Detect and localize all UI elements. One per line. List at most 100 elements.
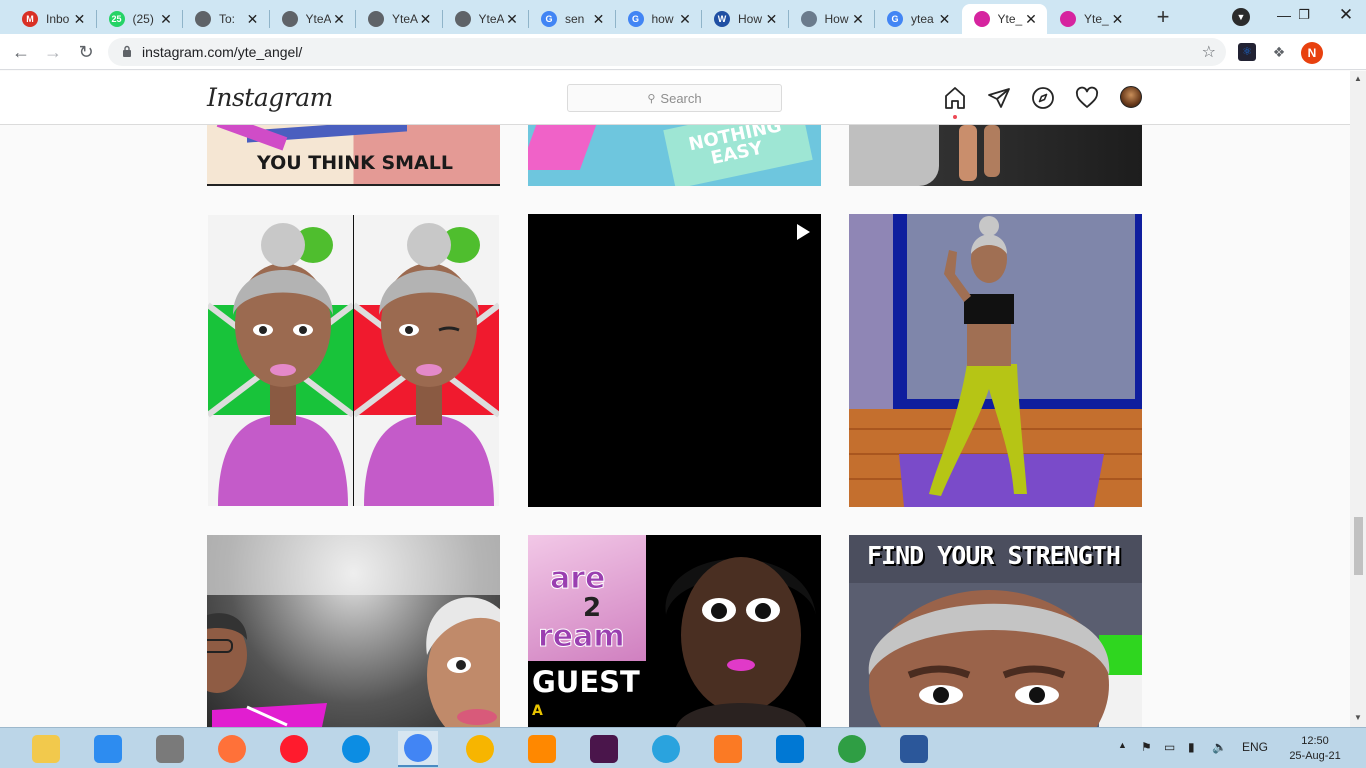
taskbar-app-button[interactable]	[336, 731, 376, 767]
post-tile[interactable]: NOTHING EASY	[528, 125, 821, 186]
reload-button[interactable]: ↻	[75, 41, 97, 63]
close-tab-icon[interactable]: ✕	[591, 11, 607, 28]
lock-icon	[123, 45, 131, 57]
close-tab-icon[interactable]: ✕	[850, 11, 866, 28]
wikihow-icon: W	[714, 11, 730, 27]
post-tile[interactable]: YOU THINK SMALL	[207, 125, 500, 186]
taskbar-app-button[interactable]	[398, 731, 438, 767]
post-tile[interactable]	[208, 215, 499, 506]
close-tab-icon[interactable]: ✕	[245, 11, 261, 28]
globe-icon	[368, 11, 384, 27]
close-tab-icon[interactable]: ✕	[1110, 11, 1126, 28]
taskbar-app-button[interactable]	[150, 731, 190, 767]
search-input[interactable]: ⚲ Search	[567, 84, 782, 112]
extensions-puzzle-icon[interactable]: ❖	[1270, 43, 1288, 61]
taskbar-app-button[interactable]	[770, 731, 810, 767]
taskbar-app-button[interactable]	[274, 731, 314, 767]
close-tab-icon[interactable]: ✕	[158, 11, 174, 28]
browser-tab[interactable]: YteA ✕	[270, 4, 356, 34]
home-icon[interactable]	[943, 86, 967, 110]
page-thumbnail-icon	[800, 11, 817, 27]
video-post-tile[interactable]	[528, 214, 821, 507]
tab-title: (25)	[132, 12, 154, 26]
close-tab-icon[interactable]: ✕	[764, 11, 780, 28]
tab-search-icon[interactable]: ▼	[1232, 8, 1250, 26]
activity-heart-icon[interactable]	[1075, 86, 1099, 110]
bookmark-star-icon[interactable]: ☆	[1202, 42, 1216, 62]
edge-icon	[342, 735, 370, 763]
taskbar-app-button[interactable]	[212, 731, 252, 767]
restore-button[interactable]: ❐	[1284, 0, 1324, 34]
browser-tab[interactable]: Yte_ ✕	[961, 4, 1047, 34]
tab-separator	[441, 10, 443, 28]
browser-tab[interactable]: YteA ✕	[356, 4, 442, 34]
close-window-button[interactable]: ✕	[1326, 0, 1366, 34]
close-tab-icon[interactable]: ✕	[504, 11, 520, 28]
tab-title: YteA	[392, 12, 418, 26]
profile-avatar-button[interactable]: N	[1301, 42, 1323, 64]
explore-icon[interactable]	[1031, 86, 1055, 110]
taskbar-app-button[interactable]	[522, 731, 562, 767]
tab-separator	[268, 10, 270, 28]
browser-tab[interactable]: Gytea ✕	[875, 4, 961, 34]
post-tile[interactable]	[849, 214, 1142, 507]
taskbar-app-button[interactable]	[26, 731, 66, 767]
browser-tab[interactable]: YteA ✕	[443, 4, 529, 34]
taskbar-app-button[interactable]	[894, 731, 934, 767]
show-hidden-icons-icon[interactable]: ▲	[1118, 740, 1127, 750]
scroll-thumb[interactable]	[1354, 517, 1363, 575]
scroll-up-arrow[interactable]: ▲	[1354, 74, 1362, 83]
taskbar-app-button[interactable]	[832, 731, 872, 767]
new-tab-button[interactable]: +	[1150, 5, 1176, 31]
network-signal-icon[interactable]: ▮	[1188, 740, 1195, 754]
windows-taskbar: ▲ ⚑ ▭ ▮ 🔈 ENG 12:50 25-Aug-21	[0, 727, 1366, 768]
post-tile[interactable]: are 2 ream GUEST A	[528, 535, 821, 727]
tab-title: YteA	[478, 12, 505, 26]
post-tile[interactable]	[849, 125, 1142, 186]
close-tab-icon[interactable]: ✕	[937, 11, 953, 28]
close-tab-icon[interactable]: ✕	[72, 11, 88, 28]
profile-posts-grid: YOU THINK SMALL NOTHING EASY are 2 ream …	[0, 125, 1350, 727]
browser-tab[interactable]: Yte_ ✕	[1048, 4, 1134, 34]
post-caption: A	[532, 703, 543, 719]
taskbar-app-button[interactable]	[708, 731, 748, 767]
direct-message-icon[interactable]	[987, 86, 1011, 110]
back-button[interactable]: ←	[10, 41, 32, 63]
volume-icon[interactable]: 🔈	[1212, 740, 1227, 754]
xampp-icon	[714, 735, 742, 763]
page-scrollbar[interactable]: ▲ ▼	[1350, 71, 1366, 727]
browser-tab[interactable]: W How ✕	[702, 4, 788, 34]
browser-tab[interactable]: Gsen ✕	[529, 4, 615, 34]
instagram-logo[interactable]: Instagram	[207, 83, 333, 112]
url-text: instagram.com/yte_angel/	[142, 44, 303, 60]
close-tab-icon[interactable]: ✕	[418, 11, 434, 28]
system-clock[interactable]: 12:50 25-Aug-21	[1285, 734, 1345, 764]
post-tile[interactable]: FIND YOUR STRENGTH	[849, 535, 1142, 727]
taskbar-app-button[interactable]	[460, 731, 500, 767]
tab-title: sen	[565, 12, 585, 26]
react-devtools-icon[interactable]: ⚛	[1238, 43, 1256, 61]
browser-tab[interactable]: 25 (25) ✕	[97, 4, 183, 34]
tab-title: ytea	[911, 12, 934, 26]
taskbar-app-button[interactable]	[646, 731, 686, 767]
taskbar-app-button[interactable]	[88, 731, 128, 767]
tab-strip: M Inbo ✕ 25 (25) ✕ To: ✕ YteA ✕ YteA ✕ YteA ✕ Gsen ✕ Gho…	[0, 0, 1366, 34]
close-tab-icon[interactable]: ✕	[1023, 11, 1039, 28]
taskbar-app-button[interactable]	[584, 731, 624, 767]
address-bar[interactable]: instagram.com/yte_angel/ ☆	[108, 38, 1226, 66]
language-indicator[interactable]: ENG	[1242, 740, 1268, 754]
profile-avatar[interactable]	[1120, 86, 1142, 108]
scroll-down-arrow[interactable]: ▼	[1354, 713, 1362, 722]
device-icon[interactable]: ▭	[1164, 740, 1175, 754]
browser-tab[interactable]: How ✕	[789, 4, 875, 34]
browser-tab[interactable]: To: ✕	[183, 4, 269, 34]
browser-tab[interactable]: M Inbo ✕	[10, 4, 96, 34]
flag-icon[interactable]: ⚑	[1141, 740, 1152, 754]
post-tile[interactable]	[207, 535, 500, 727]
post-image-talk-show	[207, 535, 500, 727]
instagram-icon	[973, 11, 990, 27]
forward-button[interactable]: →	[42, 41, 64, 63]
close-tab-icon[interactable]: ✕	[331, 11, 347, 28]
browser-tab[interactable]: Ghow ✕	[616, 4, 702, 34]
close-tab-icon[interactable]: ✕	[677, 11, 693, 28]
